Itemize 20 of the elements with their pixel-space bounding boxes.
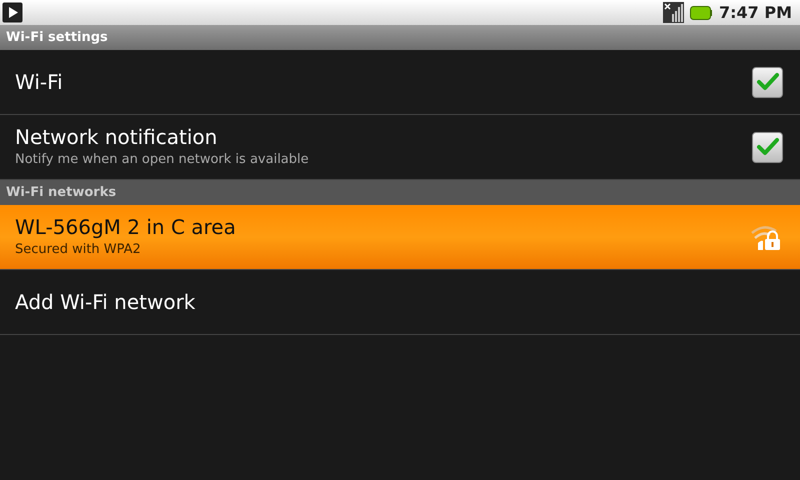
checkmark-icon (756, 72, 778, 92)
section-header: Wi-Fi networks (6, 184, 116, 202)
setting-summary: Notify me when an open network is available (15, 151, 310, 170)
checkbox[interactable] (752, 66, 783, 98)
network-row[interactable]: WL-566gM 2 in C area Secured with WPA2 (0, 205, 800, 270)
checkbox[interactable] (752, 132, 783, 162)
add-network-row[interactable]: Add Wi-Fi network (0, 270, 800, 335)
add-network-label: Add Wi-Fi network (15, 289, 196, 316)
clock: 7:47 PM (718, 2, 792, 24)
checkmark-icon (756, 137, 778, 157)
battery-icon (690, 6, 712, 20)
network-security: Secured with WPA2 (15, 241, 142, 260)
wifi-lock-icon (750, 223, 782, 251)
setting-row[interactable]: Wi-Fi (0, 50, 800, 115)
network-name: WL-566gM 2 in C area (15, 214, 237, 240)
signal-icon (662, 2, 684, 23)
setting-title: Wi-Fi (15, 69, 64, 95)
play-icon[interactable] (2, 2, 23, 23)
setting-title: Network notification (15, 124, 218, 150)
screen-title: Wi-Fi settings (6, 28, 108, 47)
